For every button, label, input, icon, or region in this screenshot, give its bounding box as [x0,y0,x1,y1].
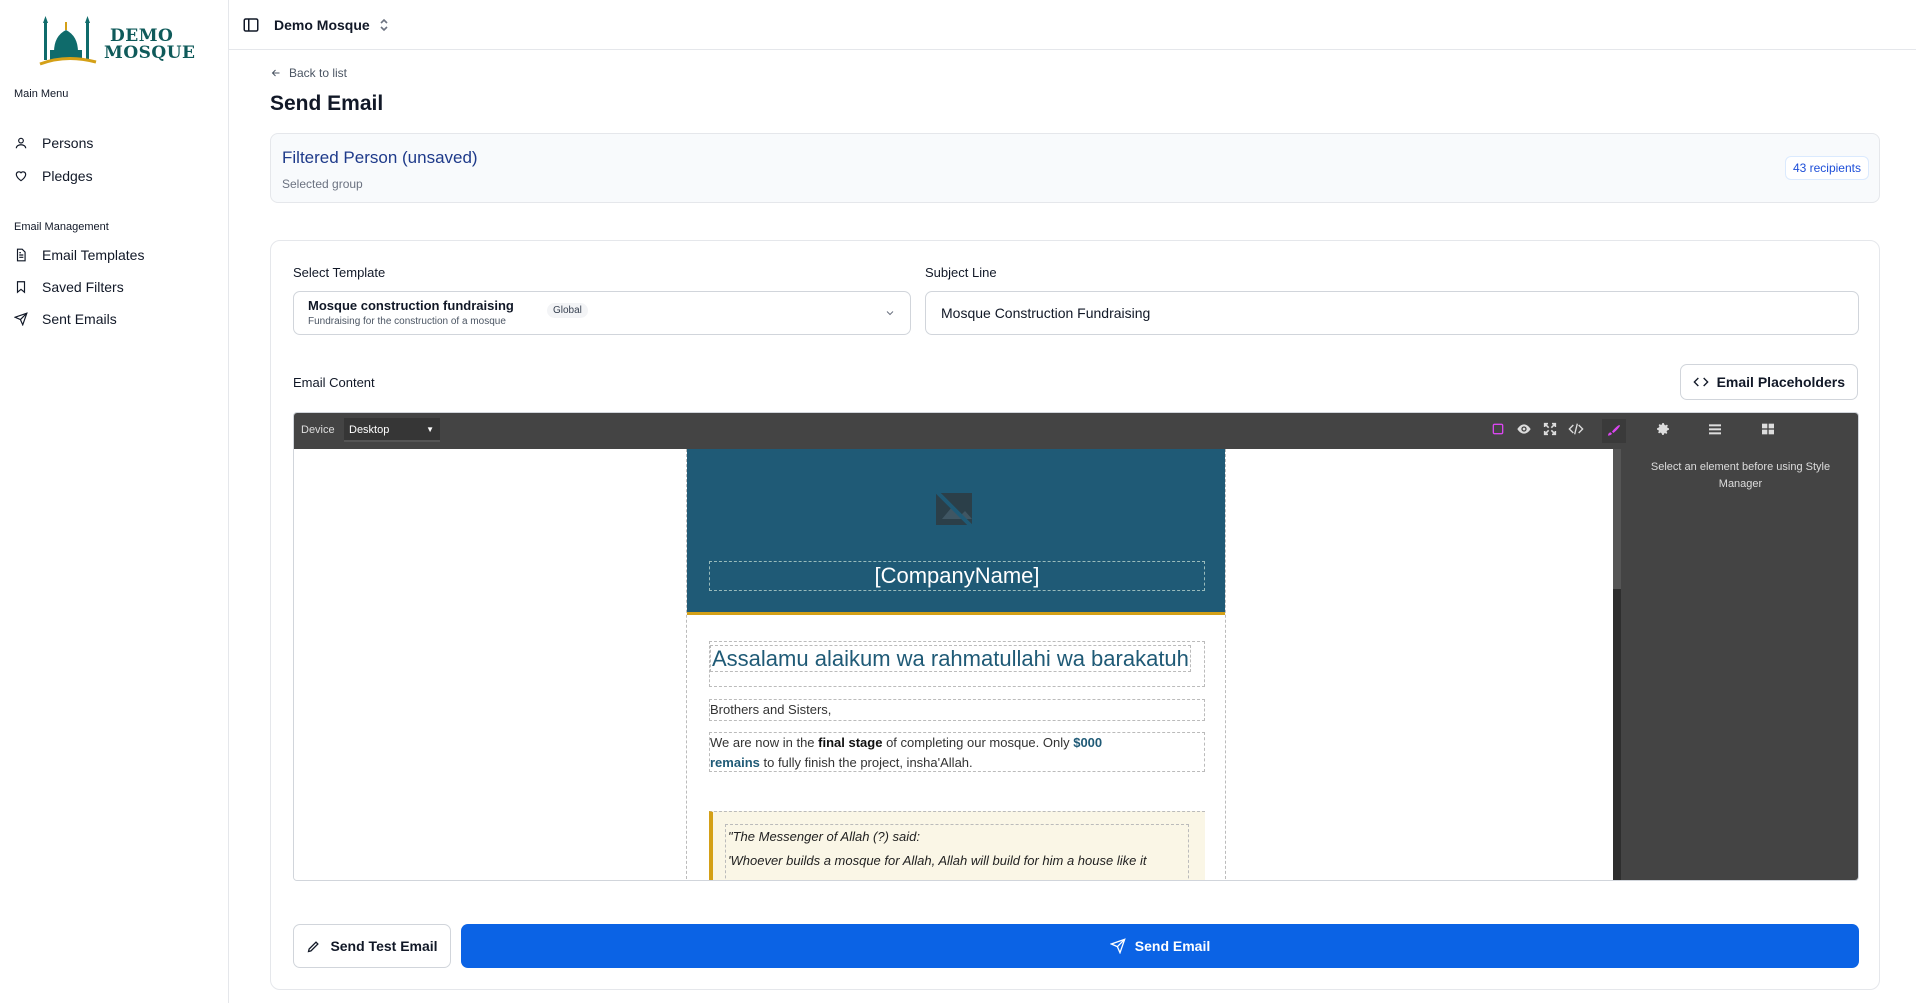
sidebar-item-sent-emails[interactable]: Sent Emails [14,311,117,327]
back-label: Back to list [289,66,348,80]
email-management-title: Email Management [14,221,109,233]
email-editor: Device Desktop ▼ [CompanyName] Assalamu … [293,412,1859,881]
sidebar-item-pledges[interactable]: Pledges [14,168,93,184]
subject-input[interactable] [925,291,1859,335]
file-text-icon [16,248,26,262]
code-icon [1692,377,1709,387]
sidebar-item-email-templates[interactable]: Email Templates [14,247,144,263]
subject-label: Subject Line [925,265,997,280]
brush-icon [1608,425,1620,436]
caret-down-icon: ▼ [426,425,434,434]
heart-icon [15,171,27,182]
scrollbar-thumb[interactable] [1613,449,1621,589]
code-view-button[interactable] [1568,421,1588,441]
send-test-label: Send Test Email [330,938,438,954]
blocks-icon [1762,423,1774,435]
company-name-placeholder[interactable]: [CompanyName] [709,561,1205,591]
group-subtitle: Selected group [282,177,363,191]
style-manager-button[interactable] [1602,419,1626,443]
chevron-down-icon [886,311,894,316]
email-paragraph[interactable]: We are now in the final stage of complet… [709,732,1205,772]
border-toggle-button[interactable] [1490,421,1510,441]
sidebar-item-label: Saved Filters [42,279,124,295]
logo-text: DEMO MOSQUE [104,26,196,63]
fullscreen-icon [1543,422,1557,436]
hadith-quote[interactable]: "The Messenger of Allah (?) said: 'Whoev… [709,811,1205,880]
style-manager-panel: Select an element before using Style Man… [1621,449,1858,880]
email-header[interactable]: [CompanyName] [687,449,1225,615]
org-switcher[interactable]: Demo Mosque [274,17,390,33]
send-icon [1109,938,1126,954]
placeholders-label: Email Placeholders [1716,374,1845,390]
template-select[interactable]: Mosque construction fundraising Fundrais… [293,291,911,335]
org-name: Demo Mosque [274,16,370,33]
user-icon [15,137,27,149]
sidebar-item-label: Sent Emails [42,311,117,327]
code-icon [1568,423,1584,435]
template-name: Mosque construction fundraising [308,298,514,313]
layers-button[interactable] [1707,421,1727,441]
template-badge: Global [547,303,588,318]
editor-canvas[interactable]: [CompanyName] Assalamu alaikum wa rahmat… [294,449,1621,880]
canvas-scrollbar[interactable] [1613,449,1621,880]
page-title: Send Email [270,92,384,115]
email-placeholders-button[interactable]: Email Placeholders [1679,364,1858,400]
template-description: Fundraising for the construction of a mo… [308,316,506,327]
send-icon [14,312,28,326]
template-label: Select Template [293,265,386,280]
sidebar: DEMO MOSQUE Main Menu Persons Pledges Em… [0,0,229,1003]
sidebar-item-label: Pledges [42,168,93,184]
sidebar-item-saved-filters[interactable]: Saved Filters [14,279,124,295]
eye-icon [1517,424,1531,434]
email-salutation[interactable]: Brothers and Sisters, [709,699,1205,721]
send-test-email-button[interactable]: Send Test Email [293,924,451,968]
greeting-text: Assalamu alaikum wa rahmatullahi wa bara… [710,645,1191,672]
border-toggle-icon [1492,423,1504,435]
send-email-label: Send Email [1134,938,1211,954]
layers-icon [1709,424,1721,435]
sidebar-item-persons[interactable]: Persons [14,135,93,151]
blocks-button[interactable] [1760,421,1780,441]
back-link[interactable]: Back to list [270,66,347,80]
device-value: Desktop [349,424,390,436]
sidebar-item-label: Persons [42,135,94,151]
sidebar-item-label: Email Templates [42,247,145,263]
chevrons-up-down-icon [380,18,388,31]
device-label: Device [301,424,335,436]
image-placeholder-icon [934,489,976,531]
send-email-button[interactable]: Send Email [461,924,1859,968]
email-content-label: Email Content [293,375,375,390]
email-form-card: Select Template Mosque construction fund… [270,240,1880,990]
gear-icon [1657,423,1669,435]
settings-button[interactable] [1655,421,1675,441]
preview-button[interactable] [1516,421,1536,441]
group-title: Filtered Person (unsaved) [282,148,478,167]
arrow-left-icon [271,69,280,77]
email-body[interactable]: [CompanyName] Assalamu alaikum wa rahmat… [686,449,1226,880]
fullscreen-button[interactable] [1542,421,1562,441]
mosque-icon [39,16,97,66]
top-bar: Demo Mosque [229,0,1916,50]
recipient-group-card: Filtered Person (unsaved) Selected group… [270,133,1880,203]
recipients-badge: 43 recipients [1784,156,1869,180]
sidebar-toggle-icon[interactable] [242,16,260,34]
mosque-logo[interactable]: DEMO MOSQUE [38,14,198,72]
editor-toolbar: Device Desktop ▼ [294,413,1858,449]
bookmark-icon [16,281,26,294]
email-greeting[interactable]: Assalamu alaikum wa rahmatullahi wa bara… [709,641,1205,687]
pencil-icon [308,940,320,952]
quote-text: "The Messenger of Allah (?) said: 'Whoev… [725,824,1189,880]
main-menu-title: Main Menu [14,88,69,100]
style-manager-hint: Select an element before using Style Man… [1650,461,1831,490]
device-select[interactable]: Desktop ▼ [344,418,440,442]
